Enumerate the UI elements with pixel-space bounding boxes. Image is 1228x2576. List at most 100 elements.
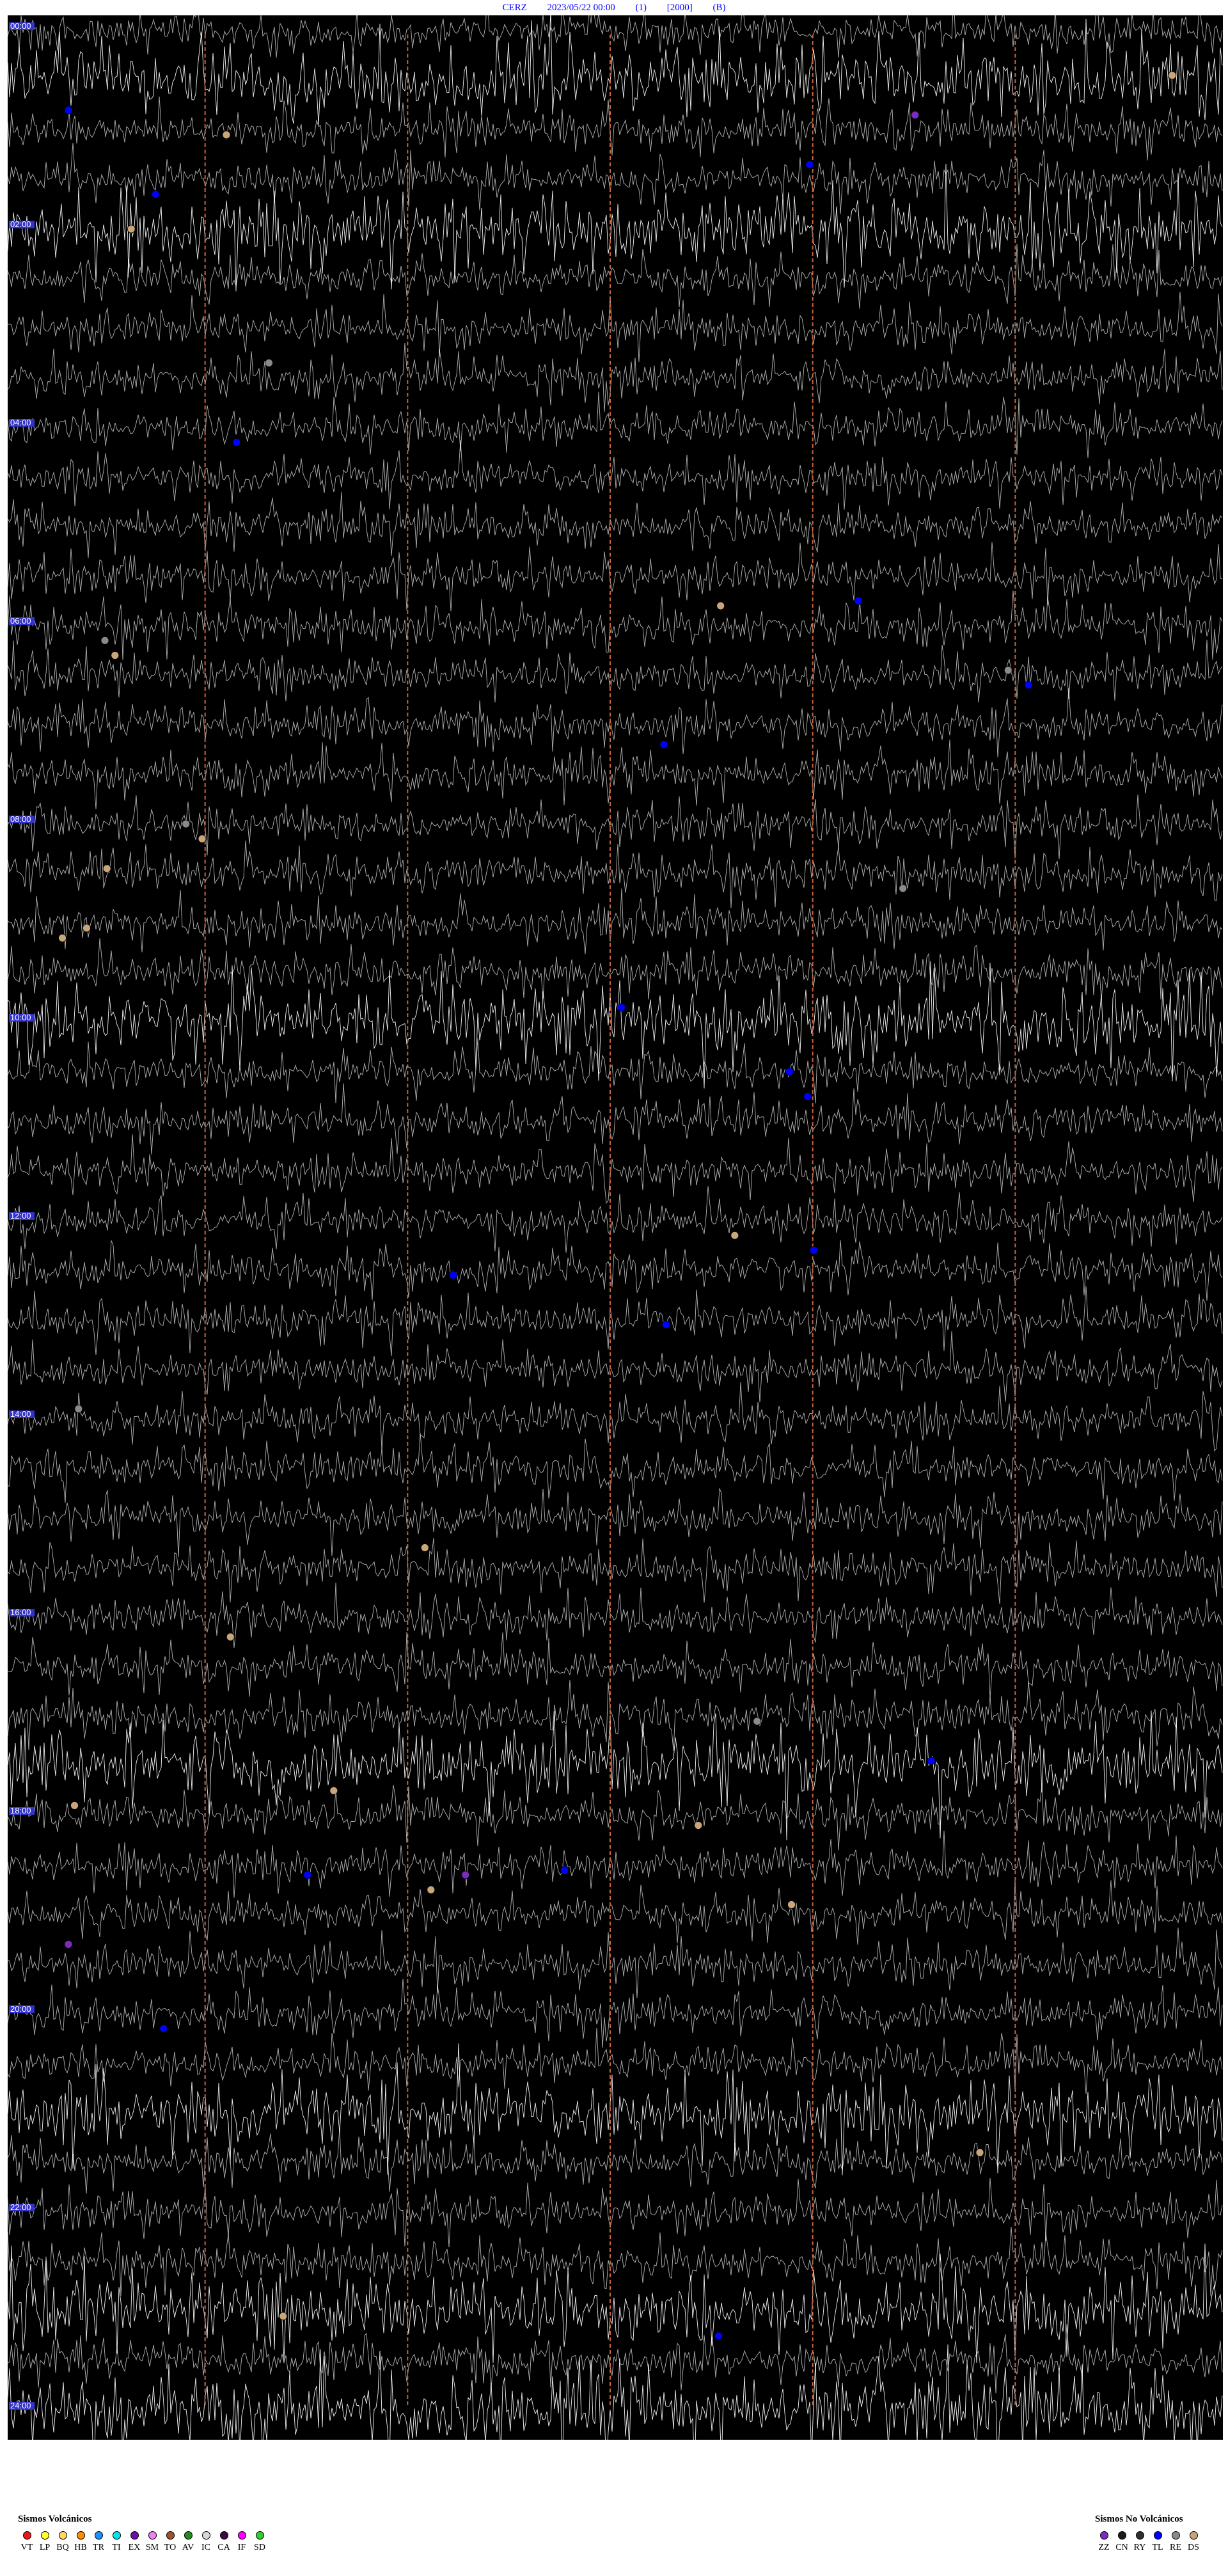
- hour-label-20:00: 20:00: [10, 2004, 31, 2014]
- event-marker-tl: [854, 596, 863, 605]
- hour-label-24:00: 24:00: [10, 2401, 31, 2410]
- legend-code-label: VT: [20, 2543, 33, 2552]
- event-marker-tl: [661, 1320, 670, 1329]
- legend-nonvolcanic-items: ZZ CN RY TL RE DS: [1095, 2531, 1202, 2553]
- hour-label-14:00: 14:00: [10, 1409, 31, 1419]
- event-marker-zz: [911, 111, 920, 120]
- legend-nonvolcanic-tl: TL: [1149, 2531, 1167, 2553]
- event-marker-ds: [102, 864, 111, 873]
- legend-volcanic-hb: HB: [72, 2531, 90, 2553]
- zz-marker-icon: [1099, 2531, 1108, 2540]
- event-marker-re: [753, 1717, 762, 1726]
- legend-volcanic-sd: SD: [251, 2531, 269, 2553]
- event-marker-ds: [198, 834, 207, 843]
- helicorder-plot: 00:00 02:00 04:00 06:00 08:00 10:00 12:00 14:00…: [0, 15, 1228, 2459]
- event-marker-tl: [927, 1757, 936, 1766]
- scale-tag: [2000]: [666, 3, 693, 13]
- sd-marker-icon: [255, 2531, 264, 2540]
- event-marker-ds: [70, 1801, 79, 1810]
- station-code: CERZ: [502, 3, 527, 13]
- event-marker-ds: [716, 601, 725, 610]
- hb-marker-icon: [76, 2531, 85, 2540]
- if-marker-icon: [237, 2531, 246, 2540]
- event-marker-tl: [803, 1092, 812, 1101]
- event-marker-tl: [809, 1246, 818, 1254]
- legend-code-label: CN: [1115, 2543, 1128, 2552]
- bq-marker-icon: [58, 2531, 67, 2540]
- record-datetime: 2023/05/22 00:00: [547, 3, 615, 13]
- hour-label-08:00: 08:00: [10, 814, 31, 824]
- legend-volcanic-av: AV: [179, 2531, 197, 2553]
- helicorder-svg: 00:00 02:00 04:00 06:00 08:00 10:00 12:00 14:00…: [7, 15, 1223, 2459]
- event-marker-zz: [64, 1940, 73, 1948]
- legend-code-label: TO: [164, 2543, 177, 2552]
- ti-marker-icon: [112, 2531, 121, 2540]
- hour-label-18:00: 18:00: [10, 1806, 31, 1815]
- legend-volcanic-ca: CA: [215, 2531, 233, 2553]
- event-marker-re: [100, 636, 109, 645]
- legend-code-label: HB: [74, 2543, 87, 2552]
- event-marker-tl: [64, 106, 73, 115]
- legend-volcanic-tr: TR: [90, 2531, 107, 2553]
- chart-header: CERZ 2023/05/22 00:00 (1) [2000] (B): [0, 0, 1228, 15]
- legend-volcanic-ic: IC: [197, 2531, 215, 2553]
- event-marker-tl: [617, 1003, 626, 1012]
- sm-marker-icon: [148, 2531, 157, 2540]
- ry-marker-icon: [1135, 2531, 1144, 2540]
- event-marker-tl: [303, 1870, 312, 1879]
- legend-volcanic-lp: LP: [36, 2531, 54, 2553]
- ic-marker-icon: [201, 2531, 210, 2540]
- legend-nonvolcanic-re: RE: [1167, 2531, 1185, 2553]
- ds-marker-icon: [1189, 2531, 1198, 2540]
- legend-code-label: LP: [39, 2543, 51, 2552]
- legend-volcanic-sm: SM: [143, 2531, 161, 2553]
- to-marker-icon: [166, 2531, 175, 2540]
- legend-code-label: ZZ: [1098, 2543, 1110, 2552]
- hour-label-16:00: 16:00: [10, 1608, 31, 1617]
- event-marker-tl: [232, 438, 241, 446]
- legend-volcanic-if: IF: [233, 2531, 251, 2553]
- event-marker-zz: [461, 1870, 470, 1879]
- event-marker-tl: [159, 2024, 168, 2033]
- event-marker-tl: [659, 740, 668, 749]
- legend-code-label: RE: [1170, 2543, 1181, 2552]
- event-marker-ds: [730, 1231, 739, 1240]
- legend-volcanic-to: TO: [161, 2531, 179, 2553]
- legend-code-label: TI: [112, 2543, 121, 2552]
- legend-code-label: CA: [217, 2543, 230, 2552]
- plot-background: [8, 15, 1223, 2440]
- legend-code-label: RY: [1133, 2543, 1146, 2552]
- legend-code-label: TR: [93, 2543, 104, 2552]
- legend-code-label: IC: [201, 2543, 210, 2552]
- event-marker-ds: [226, 1632, 235, 1641]
- tl-marker-icon: [1153, 2531, 1162, 2540]
- event-marker-tl: [785, 1068, 794, 1076]
- event-marker-tl: [714, 2332, 723, 2341]
- legend-nonvolcanic-title: Sismos No Volcánicos: [1095, 2514, 1183, 2524]
- event-marker-ds: [420, 1544, 429, 1552]
- event-marker-ds: [127, 225, 136, 233]
- event-marker-tl: [805, 160, 814, 169]
- lp-marker-icon: [40, 2531, 49, 2540]
- event-marker-ds: [1168, 71, 1177, 80]
- legend-code-label: SM: [145, 2543, 159, 2552]
- av-marker-icon: [184, 2531, 193, 2540]
- hour-label-10:00: 10:00: [10, 1013, 31, 1022]
- legend-volcanic-vt: VT: [18, 2531, 36, 2553]
- cn-marker-icon: [1117, 2531, 1126, 2540]
- ca-marker-icon: [219, 2531, 228, 2540]
- re-marker-icon: [1171, 2531, 1180, 2540]
- hour-label-00:00: 00:00: [10, 21, 31, 31]
- vt-marker-icon: [22, 2531, 31, 2540]
- event-marker-re: [74, 1405, 83, 1413]
- event-marker-ds: [58, 933, 67, 942]
- hour-label-12:00: 12:00: [10, 1211, 31, 1221]
- legend-code-label: DS: [1188, 2543, 1199, 2552]
- legend-code-label: IF: [237, 2543, 246, 2552]
- legend-nonvolcanic-zz: ZZ: [1095, 2531, 1113, 2553]
- event-marker-ds: [427, 1885, 436, 1894]
- event-marker-ds: [111, 651, 120, 660]
- event-marker-re: [265, 358, 273, 367]
- event-marker-re: [182, 819, 191, 828]
- event-marker-tl: [1024, 681, 1033, 690]
